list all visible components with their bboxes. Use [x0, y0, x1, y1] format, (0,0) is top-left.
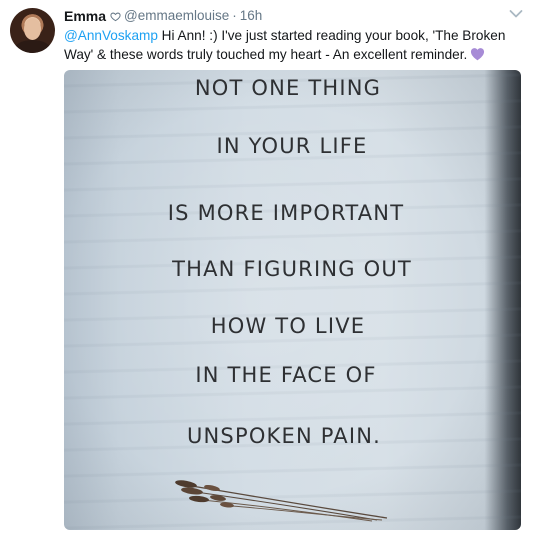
timestamp[interactable]: 16h — [240, 7, 263, 25]
author-name[interactable]: Emma — [64, 7, 106, 25]
tweet-card[interactable]: Emma @emmaemlouise · 16h @AnnVoskamp Hi … — [0, 0, 535, 540]
separator-dot: · — [232, 8, 237, 23]
quote-line: IN YOUR LIFE — [216, 134, 368, 158]
mention-link[interactable]: @AnnVoskamp — [64, 28, 158, 43]
heart-outline-icon — [110, 12, 121, 21]
avatar-face — [24, 18, 41, 40]
avatar[interactable] — [10, 8, 55, 53]
quote-line: UNSPOKEN PAIN. — [186, 424, 382, 448]
avatar-shoulders — [14, 40, 51, 53]
tweet-text: @AnnVoskamp Hi Ann! :) I've just started… — [64, 26, 519, 64]
chevron-down-icon[interactable] — [509, 9, 523, 19]
wheat-ornament-icon — [175, 480, 388, 522]
purple-heart-icon — [471, 48, 485, 61]
author-handle[interactable]: @emmaemlouise — [124, 7, 229, 25]
quote-line: IS MORE IMPORTANT — [167, 201, 405, 225]
quote-line: IN THE FACE OF — [195, 363, 377, 387]
quote-line: NOT ONE THING — [194, 76, 382, 100]
quote-line: THAN FIGURING OUT — [172, 257, 412, 281]
tweet-header: Emma @emmaemlouise · 16h — [64, 7, 262, 25]
quote-line: HOW TO LIVE — [210, 314, 366, 338]
tweet-photo[interactable]: NOT ONE THING IN YOUR LIFE IS MORE IMPOR… — [64, 70, 521, 530]
